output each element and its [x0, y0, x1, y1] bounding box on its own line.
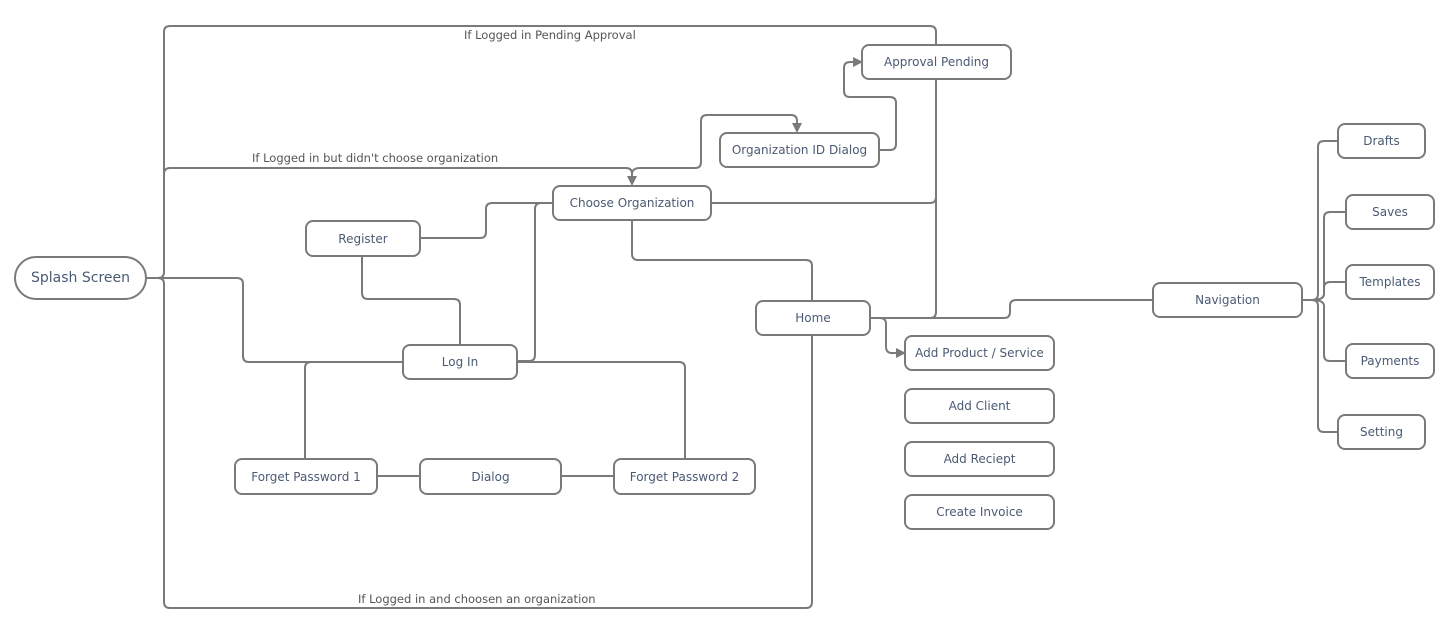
edge-splash-to-pending-loop: [146, 25, 937, 319]
edge-splash-to-login: [158, 277, 402, 363]
edge-label-no-organization: If Logged in but didn't choose organizat…: [252, 151, 499, 165]
node-add-receipt[interactable]: Add Reciept: [904, 441, 1055, 477]
edge-register-to-choose-org: [420, 202, 552, 239]
node-setting[interactable]: Setting: [1337, 414, 1426, 450]
node-home[interactable]: Home: [755, 300, 871, 336]
edge-choose-org-to-home: [631, 220, 813, 300]
node-templates[interactable]: Templates: [1345, 264, 1435, 300]
node-saves[interactable]: Saves: [1345, 194, 1435, 230]
node-add-product-service[interactable]: Add Product / Service: [904, 335, 1055, 371]
edge-register-to-login: [361, 256, 461, 344]
edge-home-to-add-product: [870, 317, 906, 358]
edge-navigation-to-saves: [1311, 211, 1345, 301]
node-approval-pending[interactable]: Approval Pending: [861, 44, 1012, 80]
edge-label-pending-approval: If Logged in Pending Approval: [464, 28, 636, 42]
node-organization-id-dialog[interactable]: Organization ID Dialog: [719, 132, 880, 168]
edge-splash-to-home-loop: [157, 277, 813, 609]
edge-login-to-choose-org: [517, 202, 552, 362]
node-forget-password-1[interactable]: Forget Password 1: [234, 458, 378, 495]
node-payments[interactable]: Payments: [1345, 343, 1435, 379]
node-splash-screen[interactable]: Splash Screen: [14, 256, 147, 300]
node-forget-password-2[interactable]: Forget Password 2: [613, 458, 756, 495]
node-choose-organization[interactable]: Choose Organization: [552, 185, 712, 221]
edge-choose-org-to-approval: [711, 196, 937, 204]
node-dialog[interactable]: Dialog: [419, 458, 562, 495]
node-log-in[interactable]: Log In: [402, 344, 518, 380]
edge-splash-to-choose-org: [163, 167, 637, 186]
edge-label-has-organization: If Logged in and choosen an organization: [358, 592, 596, 606]
node-register[interactable]: Register: [305, 220, 421, 257]
node-add-client[interactable]: Add Client: [904, 388, 1055, 424]
node-create-invoice[interactable]: Create Invoice: [904, 494, 1055, 530]
edge-login-to-forget2: [517, 361, 686, 458]
edge-navigation-to-payments: [1311, 299, 1345, 362]
edge-navigation-to-drafts: [1302, 140, 1337, 301]
node-navigation[interactable]: Navigation: [1152, 282, 1303, 318]
edge-login-to-forget1: [304, 361, 402, 458]
edge-home-to-navigation: [870, 299, 1152, 319]
node-drafts[interactable]: Drafts: [1337, 123, 1426, 159]
